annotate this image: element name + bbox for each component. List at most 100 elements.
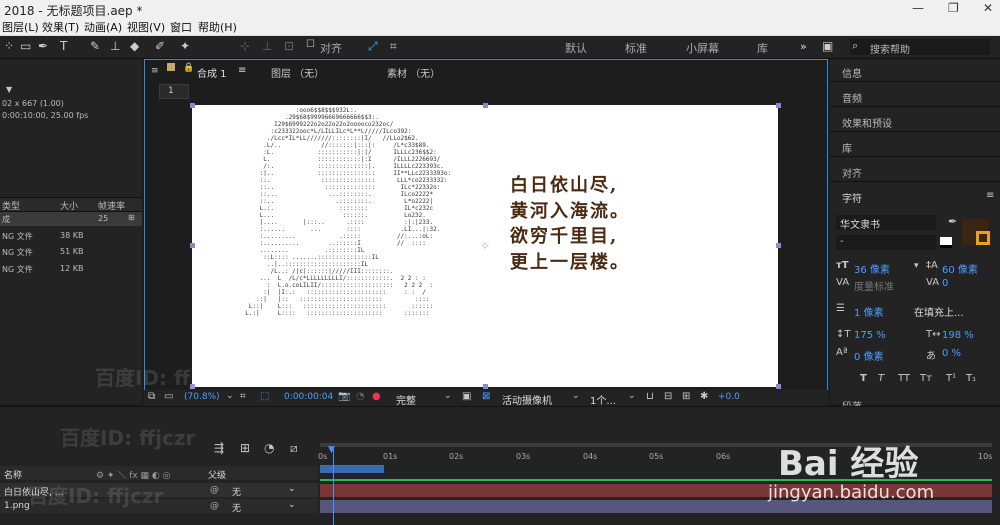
brush-tool-icon[interactable]: ✎ (90, 39, 100, 53)
views-dropdown[interactable]: 1个... (590, 392, 616, 407)
column-name[interactable]: 名称 (4, 468, 22, 481)
tab-menu-icon[interactable]: ≡ (238, 65, 246, 76)
current-time[interactable]: 0:00:00:04 (284, 392, 333, 402)
shy-icon[interactable]: ⇶ (214, 441, 224, 455)
anchor-tool-icon[interactable]: ⁘ (4, 39, 14, 53)
workspace-standard[interactable]: 标准 (625, 40, 647, 56)
vertical-scale-value[interactable]: 175 % (854, 330, 886, 341)
chevron-down-icon[interactable]: ▾ (914, 261, 919, 271)
handle-br[interactable] (776, 384, 781, 389)
handle-tm[interactable] (483, 103, 488, 108)
camera-dropdown[interactable]: 活动摄像机 (502, 392, 552, 407)
handle-bm[interactable] (483, 384, 488, 389)
exposure-icon[interactable]: ✱ (700, 391, 708, 402)
zoom-dropdown[interactable]: (70.8%) (184, 392, 220, 402)
reset-exposure-icon[interactable]: ⊔ (646, 391, 654, 402)
handle-mr[interactable] (776, 243, 781, 248)
tab-layer[interactable]: 图层 （无） (271, 65, 324, 80)
table-row[interactable] (0, 212, 142, 226)
graph-editor-icon[interactable]: ⧄ (290, 441, 298, 456)
subscript-button[interactable]: T₁ (966, 373, 976, 384)
lock-icon[interactable]: 🔒 (183, 63, 194, 73)
resolution-dropdown[interactable]: 完整 (396, 392, 416, 407)
frame-blending-icon[interactable]: ⊞ (240, 441, 250, 455)
close-button[interactable]: ✕ (983, 1, 993, 15)
rectangle-tool-icon[interactable]: ▭ (20, 39, 31, 53)
faux-bold-button[interactable]: T (860, 373, 867, 384)
snap-grid-icon[interactable]: ⌗ (390, 39, 397, 54)
roto-brush-icon[interactable]: ✐ (155, 39, 165, 53)
menu-layer[interactable]: 图层(L) (2, 19, 39, 35)
tsume-value[interactable]: 0 % (942, 348, 961, 359)
layer-name[interactable]: 1.png (4, 501, 30, 511)
handle-tr[interactable] (776, 103, 781, 108)
workspace-small[interactable]: 小屏幕 (686, 40, 719, 56)
menu-icon[interactable]: ≡ (151, 66, 159, 76)
baseline-shift-value[interactable]: 0 像素 (854, 348, 884, 363)
tracking-value[interactable]: 0 (942, 278, 948, 289)
stroke-type-dropdown[interactable]: 在填充上... (914, 304, 964, 319)
playhead[interactable] (333, 449, 334, 525)
eyedropper-icon[interactable]: ✒ (948, 215, 957, 228)
menu-view[interactable]: 视图(V) (127, 19, 165, 35)
composition-canvas[interactable]: :ooo6$$8$$$932L:. .29$68$99996669666666$… (192, 105, 778, 387)
tab-footage[interactable]: 素材 （无） (387, 65, 440, 80)
panel-align[interactable]: 对齐 (842, 165, 862, 180)
playhead-handle-icon[interactable]: ▼ (328, 445, 335, 455)
text-tool-icon[interactable]: T (60, 39, 67, 53)
panel-menu-icon[interactable]: ≡ (986, 190, 994, 201)
motion-blur-icon[interactable]: ◔ (264, 441, 274, 455)
menu-window[interactable]: 窗口 (170, 19, 192, 35)
menu-effect[interactable]: 效果(T) (42, 19, 79, 35)
panel-library[interactable]: 库 (842, 140, 852, 155)
faux-italic-button[interactable]: T (878, 373, 884, 384)
stroke-color-swatch[interactable] (976, 231, 990, 245)
font-size-value[interactable]: 36 像素 (854, 261, 890, 276)
panel-info[interactable]: 信息 (842, 65, 862, 80)
chevron-down-icon[interactable]: ⌄ (288, 484, 296, 494)
snap-icon[interactable]: ⤢ (368, 39, 378, 54)
local-axis-icon[interactable]: ⊹ (240, 39, 250, 53)
world-axis-icon[interactable]: ⊥ (262, 39, 272, 53)
transparency-grid-icon[interactable]: ⊠ (482, 391, 490, 402)
puppet-pin-icon[interactable]: ✦ (180, 39, 190, 53)
column-size[interactable]: 大小 (60, 199, 78, 212)
comp-flowchart-icon[interactable]: ⊞ (682, 391, 690, 402)
clone-stamp-icon[interactable]: ⊥ (110, 39, 120, 53)
align-checkbox[interactable]: ☐ (306, 39, 315, 50)
chevron-down-icon[interactable]: ⌄ (288, 500, 296, 510)
layer-parent[interactable]: 无 (232, 501, 241, 514)
panel-character[interactable]: 字符 (842, 190, 862, 205)
swatch-white-black[interactable] (940, 237, 952, 248)
all-caps-button[interactable]: TT (898, 373, 910, 384)
channel-icon[interactable]: ● (372, 391, 381, 402)
leading-value[interactable]: 60 像素 (942, 261, 978, 276)
flowchart-navigator[interactable]: 1 (159, 84, 189, 99)
column-type[interactable]: 类型 (2, 199, 20, 212)
fast-preview-icon[interactable]: ▣ (462, 391, 471, 402)
flowchart-icon[interactable]: ⊞ (128, 213, 135, 222)
eraser-tool-icon[interactable]: ◆ (130, 39, 139, 53)
workspaces-more-button[interactable]: » (800, 40, 807, 53)
panel-effects-presets[interactable]: 效果和预设 (842, 115, 892, 130)
show-snapshot-icon[interactable]: ◔ (356, 391, 365, 402)
kerning-value[interactable]: 度量标准 (854, 278, 894, 293)
anchor-point-icon[interactable]: ✧ (480, 239, 490, 253)
monitor-icon[interactable]: ▭ (164, 391, 173, 402)
font-style-dropdown[interactable]: - (836, 235, 936, 250)
chevron-down-icon[interactable]: ⌄ (572, 391, 580, 401)
timeline-icon[interactable]: ⊟ (664, 391, 672, 402)
work-area-start[interactable] (320, 465, 384, 473)
sync-settings-icon[interactable]: ▣ (822, 39, 833, 53)
column-parent[interactable]: 父级 (208, 468, 226, 481)
workspace-library[interactable]: 库 (757, 40, 768, 56)
minimize-button[interactable]: — (912, 1, 924, 15)
exposure-value[interactable]: +0.0 (718, 392, 740, 402)
font-family-dropdown[interactable]: 华文隶书 (836, 215, 936, 231)
always-preview-icon[interactable]: ⧉ (148, 391, 155, 402)
panel-audio[interactable]: 音频 (842, 90, 862, 105)
region-of-interest-icon[interactable]: ⬚ (260, 391, 269, 402)
superscript-button[interactable]: T¹ (946, 373, 956, 384)
workspace-default[interactable]: 默认 (565, 40, 587, 56)
menu-animation[interactable]: 动画(A) (84, 19, 122, 35)
